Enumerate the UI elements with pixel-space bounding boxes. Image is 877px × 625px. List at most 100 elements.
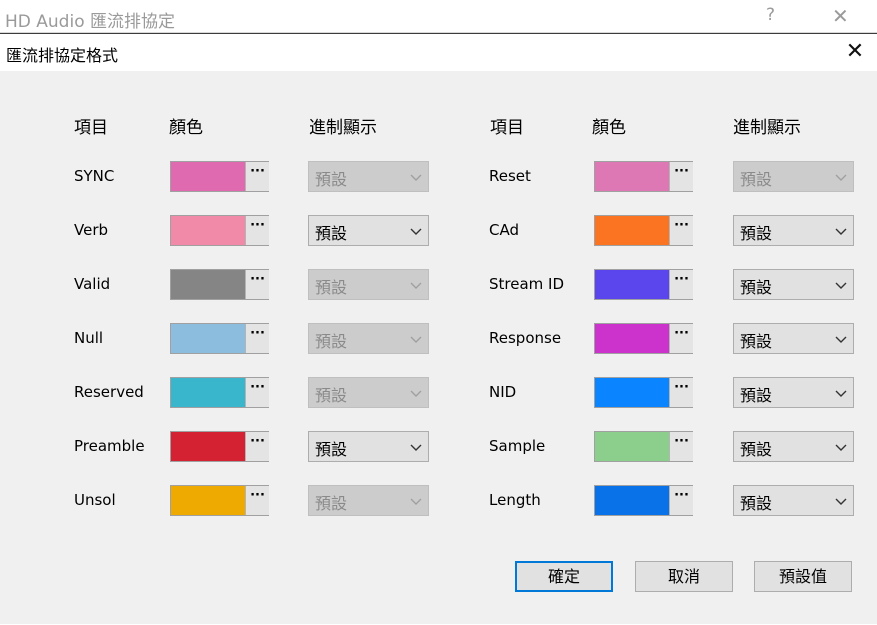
display-format-select-reset[interactable]: 預設	[733, 161, 854, 192]
display-format-select-stream-id[interactable]: 預設	[733, 269, 854, 300]
display-format-value: 預設	[740, 494, 773, 513]
chevron-down-icon	[834, 224, 848, 238]
display-format-value: 預設	[315, 494, 348, 513]
color-picker-preamble[interactable]: ···	[170, 431, 269, 462]
chevron-down-icon	[409, 386, 423, 400]
row-label-response: Response	[489, 329, 562, 347]
default-values-button[interactable]: 預設值	[754, 561, 852, 592]
header-color-right: 顏色	[592, 118, 626, 138]
display-format-value: 預設	[740, 278, 773, 297]
header-item-right: 項目	[490, 118, 524, 138]
dialog-title: 匯流排協定格式	[6, 46, 119, 65]
display-format-value: 預設	[315, 278, 348, 297]
display-format-value: 預設	[315, 386, 348, 405]
ellipsis-icon[interactable]: ···	[245, 270, 269, 299]
color-swatch-valid	[171, 270, 245, 299]
chevron-down-icon	[409, 332, 423, 346]
ellipsis-icon[interactable]: ···	[245, 216, 269, 245]
header-display-right: 進制顯示	[733, 118, 801, 138]
color-picker-response[interactable]: ···	[594, 323, 693, 354]
color-picker-reset[interactable]: ···	[594, 161, 693, 192]
protocol-format-dialog: 匯流排協定格式 ✕ 項目 顏色 進制顯示 項目 顏色 進制顯示 SYNC ··· 預…	[0, 33, 877, 624]
chevron-down-icon	[834, 332, 848, 346]
display-format-select-sample[interactable]: 預設	[733, 431, 854, 462]
row-label-unsol: Unsol	[74, 491, 116, 509]
chevron-down-icon	[834, 278, 848, 292]
color-swatch-nid	[595, 378, 669, 407]
chevron-down-icon	[409, 170, 423, 184]
display-format-select-preamble[interactable]: 預設	[308, 431, 429, 462]
header-item-left: 項目	[74, 118, 108, 138]
color-swatch-reserved	[171, 378, 245, 407]
color-picker-sync[interactable]: ···	[170, 161, 269, 192]
display-format-select-cad[interactable]: 預設	[733, 215, 854, 246]
ellipsis-icon[interactable]: ···	[669, 432, 693, 461]
display-format-select-null[interactable]: 預設	[308, 323, 429, 354]
color-picker-null[interactable]: ···	[170, 323, 269, 354]
display-format-value: 預設	[315, 224, 348, 243]
row-label-cad: CAd	[489, 221, 519, 239]
chevron-down-icon	[834, 440, 848, 454]
row-label-null: Null	[74, 329, 104, 347]
parent-window-title: HD Audio 匯流排協定	[5, 12, 175, 32]
color-picker-verb[interactable]: ···	[170, 215, 269, 246]
ellipsis-icon[interactable]: ···	[669, 216, 693, 245]
display-format-value: 預設	[315, 170, 348, 189]
chevron-down-icon	[834, 386, 848, 400]
color-picker-valid[interactable]: ···	[170, 269, 269, 300]
color-swatch-sample	[595, 432, 669, 461]
display-format-value: 預設	[740, 332, 773, 351]
color-picker-unsol[interactable]: ···	[170, 485, 269, 516]
ellipsis-icon[interactable]: ···	[245, 162, 269, 191]
color-swatch-unsol	[171, 486, 245, 515]
ellipsis-icon[interactable]: ···	[245, 378, 269, 407]
row-label-reserved: Reserved	[74, 383, 144, 401]
row-label-preamble: Preamble	[74, 437, 145, 455]
display-format-select-response[interactable]: 預設	[733, 323, 854, 354]
color-swatch-cad	[595, 216, 669, 245]
color-picker-nid[interactable]: ···	[594, 377, 693, 408]
display-format-select-valid[interactable]: 預設	[308, 269, 429, 300]
ellipsis-icon[interactable]: ···	[669, 162, 693, 191]
display-format-select-sync[interactable]: 預設	[308, 161, 429, 192]
row-label-sample: Sample	[489, 437, 546, 455]
display-format-select-unsol[interactable]: 預設	[308, 485, 429, 516]
chevron-down-icon	[409, 278, 423, 292]
color-picker-stream-id[interactable]: ···	[594, 269, 693, 300]
row-label-reset: Reset	[489, 167, 531, 185]
color-picker-length[interactable]: ···	[594, 485, 693, 516]
row-label-stream-id: Stream ID	[489, 275, 565, 293]
color-swatch-response	[595, 324, 669, 353]
row-label-sync: SYNC	[74, 167, 115, 185]
color-picker-cad[interactable]: ···	[594, 215, 693, 246]
ellipsis-icon[interactable]: ···	[669, 270, 693, 299]
dialog-close-icon[interactable]: ✕	[840, 36, 870, 68]
parent-close-icon[interactable]: ✕	[832, 4, 849, 28]
ellipsis-icon[interactable]: ···	[245, 432, 269, 461]
ellipsis-icon[interactable]: ···	[669, 324, 693, 353]
header-color-left: 顏色	[169, 118, 203, 138]
chevron-down-icon	[409, 494, 423, 508]
display-format-select-verb[interactable]: 預設	[308, 215, 429, 246]
display-format-select-length[interactable]: 預設	[733, 485, 854, 516]
display-format-select-reserved[interactable]: 預設	[308, 377, 429, 408]
ok-button[interactable]: 確定	[515, 561, 613, 592]
chevron-down-icon	[409, 224, 423, 238]
ellipsis-icon[interactable]: ···	[669, 486, 693, 515]
ellipsis-icon[interactable]: ···	[245, 324, 269, 353]
display-format-value: 預設	[315, 440, 348, 459]
display-format-select-nid[interactable]: 預設	[733, 377, 854, 408]
color-swatch-reset	[595, 162, 669, 191]
color-swatch-stream-id	[595, 270, 669, 299]
row-label-valid: Valid	[74, 275, 111, 293]
display-format-value: 預設	[315, 332, 348, 351]
ellipsis-icon[interactable]: ···	[669, 378, 693, 407]
color-picker-sample[interactable]: ···	[594, 431, 693, 462]
display-format-value: 預設	[740, 440, 773, 459]
help-icon[interactable]: ?	[766, 5, 775, 25]
color-swatch-length	[595, 486, 669, 515]
ellipsis-icon[interactable]: ···	[245, 486, 269, 515]
color-picker-reserved[interactable]: ···	[170, 377, 269, 408]
chevron-down-icon	[409, 440, 423, 454]
cancel-button[interactable]: 取消	[635, 561, 733, 592]
